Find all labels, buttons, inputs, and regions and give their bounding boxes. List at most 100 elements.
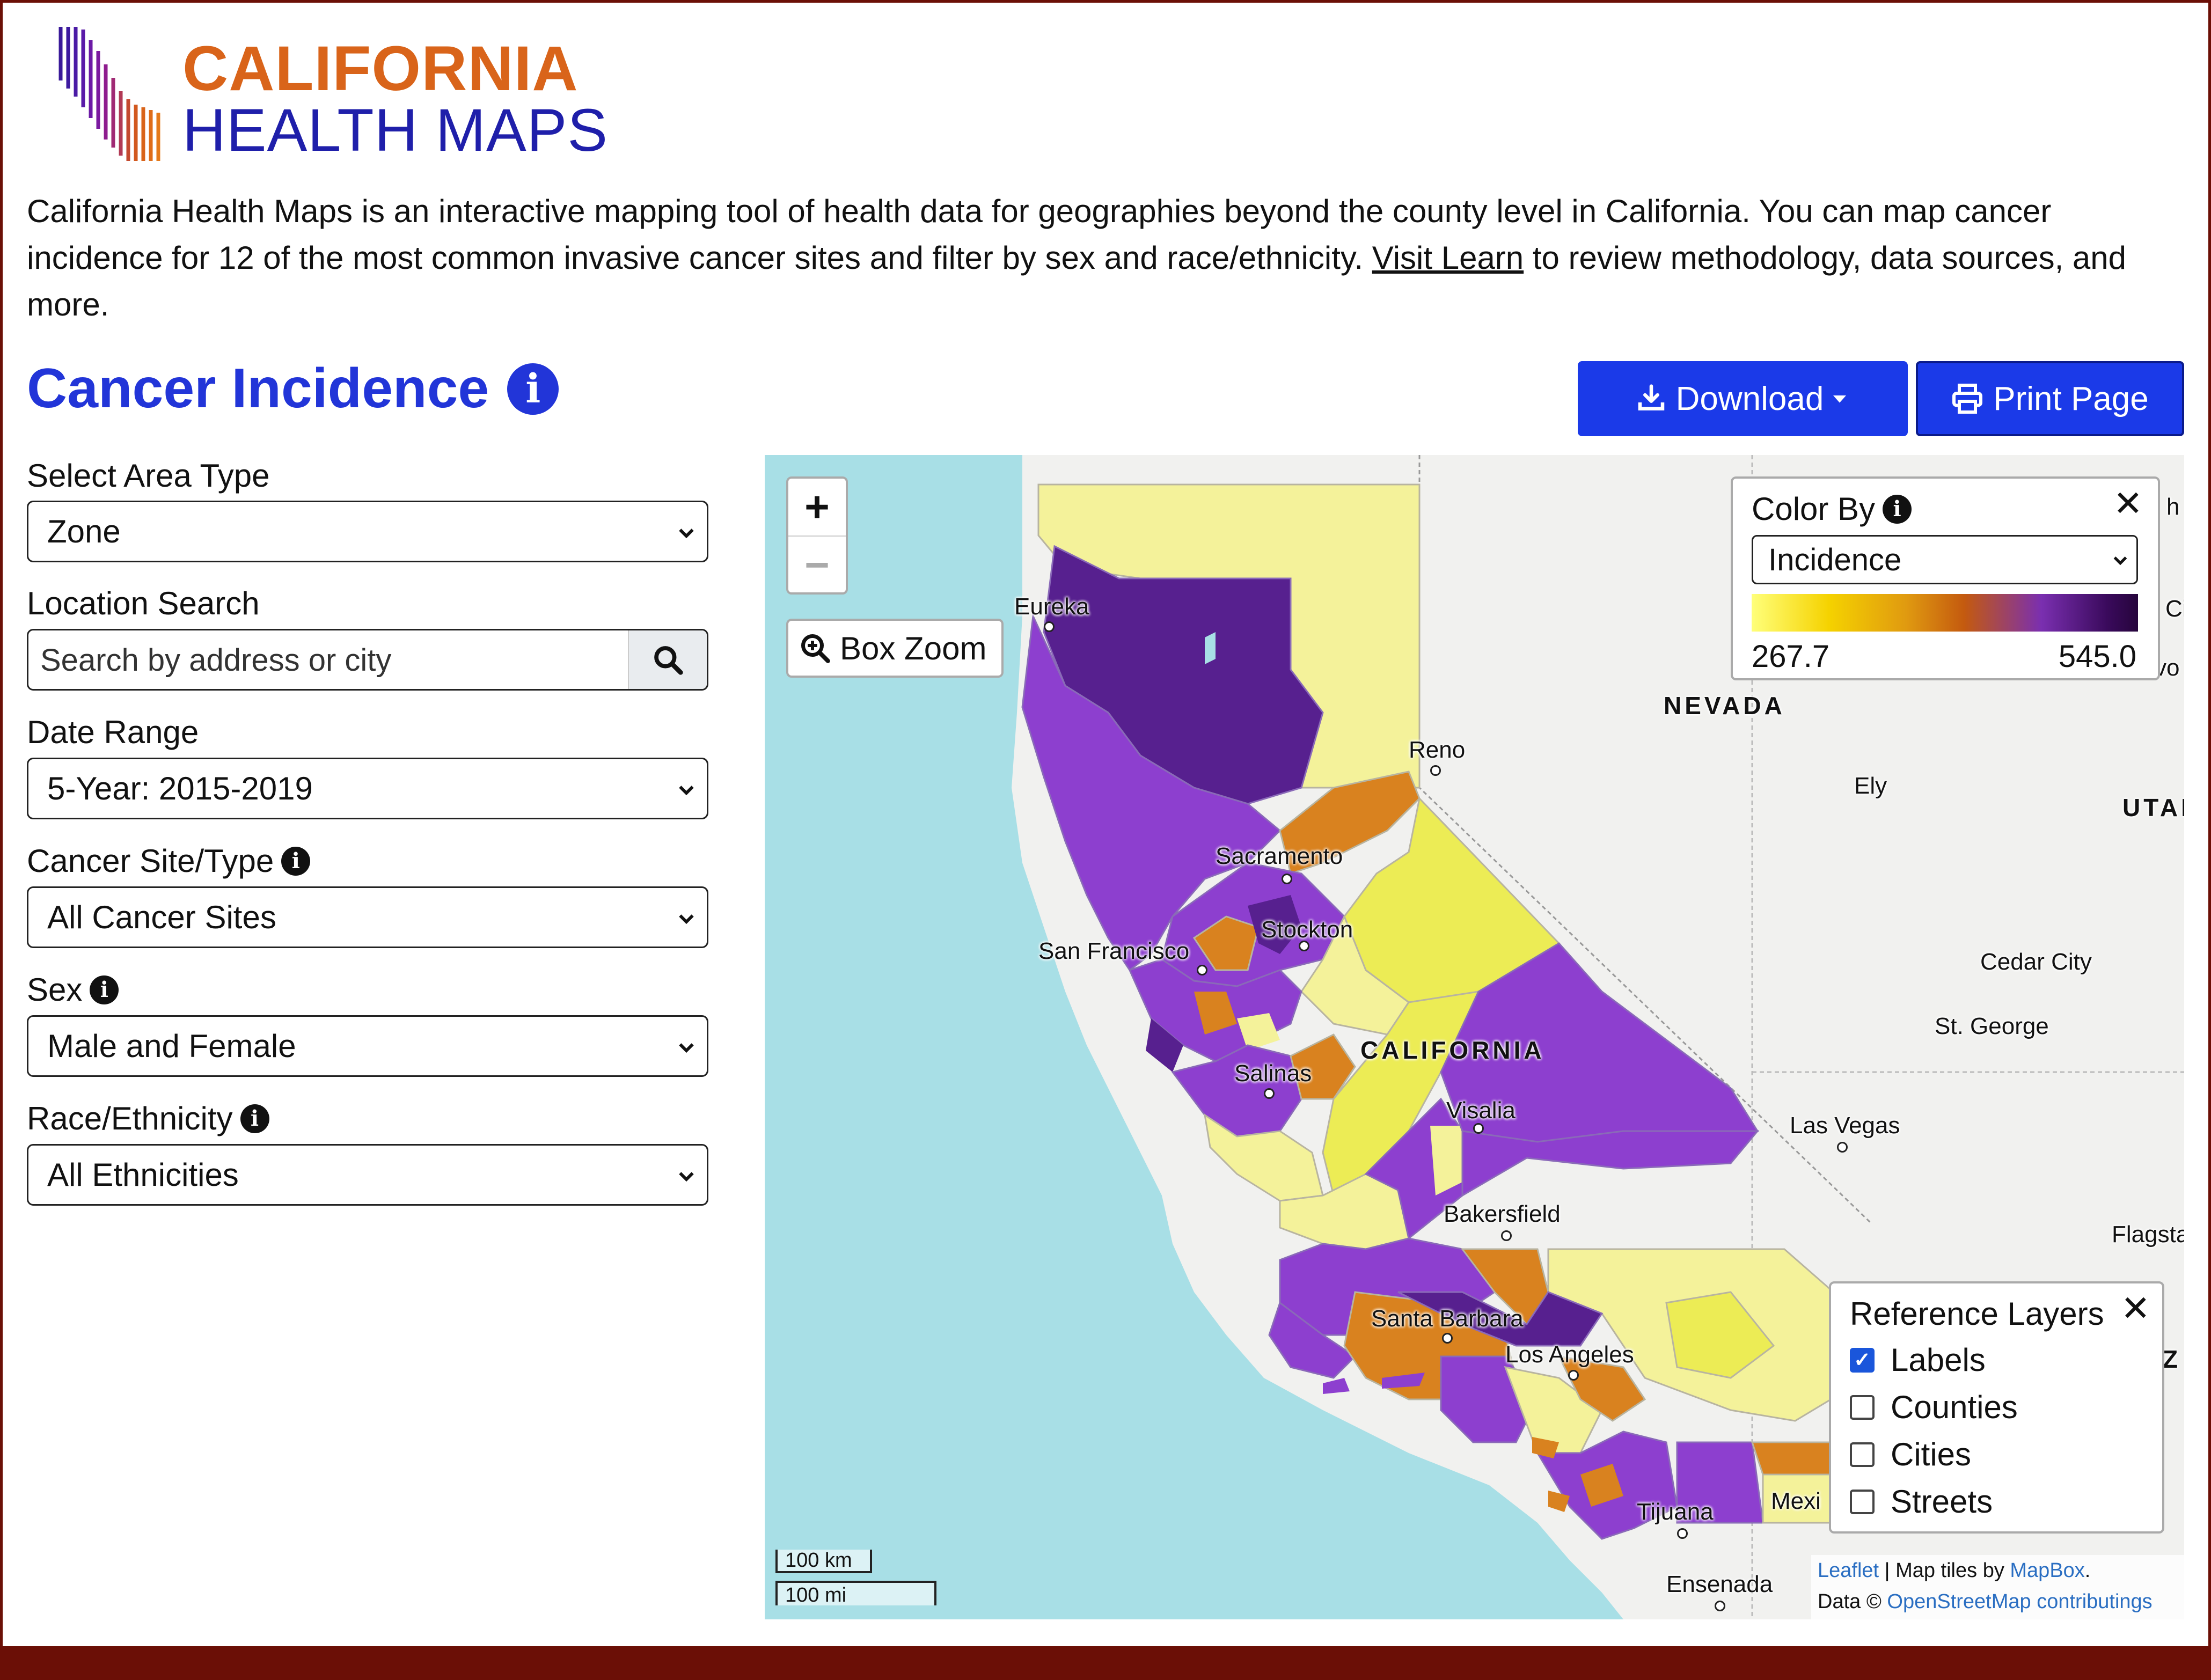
chevron-down-icon [679, 914, 694, 925]
map-label-cedar-city: Cedar City [1980, 949, 2092, 975]
checkbox[interactable] [1850, 1442, 1875, 1467]
checkbox[interactable] [1850, 1489, 1875, 1514]
date-range-label: Date Range [27, 714, 199, 751]
map-label-ensenada: Ensenada [1666, 1571, 1773, 1597]
map-label-bakersfield: Bakersfield [1444, 1201, 1561, 1227]
layer-label: Labels [1891, 1342, 1986, 1378]
attribution-line-1: Leaflet | Map tiles by MapBox. [1818, 1555, 2184, 1586]
map-label-las-vegas: Las Vegas [1790, 1112, 1900, 1139]
logo-title: CALIFORNIA [182, 33, 579, 104]
cancer-site-select[interactable]: All Cancer Sites [27, 886, 708, 948]
info-icon[interactable]: i [1883, 494, 1912, 524]
city-marker [1677, 1528, 1688, 1539]
visit-learn-link[interactable]: Visit Learn [1372, 240, 1524, 276]
search-icon [654, 645, 683, 675]
sex-select[interactable]: Male and Female [27, 1015, 708, 1077]
info-icon[interactable]: i [507, 363, 559, 415]
map-label-reno: Reno [1409, 737, 1466, 763]
reference-layers-title: Reference Layers [1850, 1296, 2104, 1332]
cancer-site-label-text: Cancer Site/Type [27, 843, 274, 879]
layer-counties[interactable]: Counties [1850, 1389, 2018, 1426]
race-value: All Ethnicities [47, 1157, 239, 1193]
color-by-select[interactable]: Incidence [1752, 535, 2138, 584]
download-button[interactable]: Download [1578, 361, 1908, 436]
area-type-value: Zone [47, 513, 121, 549]
race-select[interactable]: All Ethnicities [27, 1144, 708, 1206]
search-button[interactable] [628, 630, 707, 689]
map-label-california: CALIFORNIA [1360, 1036, 1545, 1064]
map[interactable]: Eureka Reno NEVADA Ely UTAI Ci vo h Sacr… [765, 455, 2184, 1619]
city-marker [1282, 874, 1292, 884]
info-icon[interactable]: i [90, 975, 119, 1004]
intro-text: California Health Maps is an interactive… [27, 188, 2147, 328]
leaflet-link[interactable]: Leaflet [1818, 1559, 1879, 1582]
chevron-down-icon [679, 1043, 694, 1053]
layer-labels[interactable]: ✓ Labels [1850, 1341, 1986, 1378]
map-label-ely: Ely [1854, 773, 1887, 799]
map-label-tijuana: Tijuana [1637, 1499, 1714, 1525]
osm-link[interactable]: OpenStreetMap contributings [1887, 1590, 2152, 1613]
map-label-st-george: St. George [1935, 1013, 2049, 1039]
color-by-title-text: Color By [1752, 491, 1876, 527]
print-page-button[interactable]: Print Page [1916, 361, 2184, 436]
logo-subtitle: HEALTH MAPS [182, 97, 609, 164]
location-search-input[interactable] [39, 630, 632, 689]
map-scale: 100 km 100 mi [775, 1550, 936, 1614]
attribution-line-2: Data © OpenStreetMap contributings [1818, 1586, 2184, 1617]
reference-layers-panel: Reference Layers ✕ ✓ Labels Counties Cit… [1829, 1281, 2164, 1534]
map-label-san-francisco: San Francisco [1038, 938, 1190, 964]
attribution-period: . [2084, 1559, 2091, 1582]
date-range-label-text: Date Range [27, 714, 199, 750]
city-marker [1473, 1123, 1484, 1134]
chevron-down-icon [2113, 556, 2127, 566]
close-icon[interactable]: ✕ [2113, 483, 2143, 524]
mapbox-link[interactable]: MapBox [2010, 1559, 2084, 1582]
sex-label: Sex i [27, 971, 119, 1008]
map-label-stockton: Stockton [1261, 916, 1353, 943]
city-marker [1044, 621, 1055, 632]
attribution-sep: | Map tiles by [1879, 1559, 2010, 1582]
cancer-site-value: All Cancer Sites [47, 899, 276, 935]
area-type-label: Select Area Type [27, 457, 270, 494]
print-label: Print Page [1993, 380, 2149, 417]
logo[interactable]: CALIFORNIA HEALTH MAPS [56, 27, 607, 164]
area-type-select[interactable]: Zone [27, 501, 708, 562]
city-marker [1715, 1601, 1725, 1611]
legend-min-value: 267.7 [1752, 639, 1830, 674]
info-icon[interactable]: i [281, 846, 311, 876]
map-label-ci: Ci [2165, 596, 2184, 622]
date-range-select[interactable]: 5-Year: 2015-2019 [27, 758, 708, 819]
area-type-label-text: Select Area Type [27, 458, 270, 494]
info-icon[interactable]: i [240, 1104, 269, 1133]
scale-mi: 100 mi [775, 1581, 936, 1606]
map-label-nevada: NEVADA [1664, 692, 1785, 720]
attribution-data-prefix: Data © [1818, 1590, 1887, 1613]
color-by-panel: Color By i ✕ Incidence 267.7 545.0 [1731, 476, 2160, 680]
map-attribution: Leaflet | Map tiles by MapBox. Data © Op… [1811, 1555, 2184, 1619]
location-search[interactable] [27, 629, 708, 691]
zoom-control: + − [786, 476, 848, 595]
box-zoom-label: Box Zoom [840, 630, 987, 666]
layer-cities[interactable]: Cities [1850, 1436, 1971, 1473]
zoom-out-button[interactable]: − [788, 537, 846, 593]
race-label-text: Race/Ethnicity [27, 1101, 233, 1136]
city-marker [1430, 765, 1441, 776]
layer-label: Cities [1891, 1436, 1972, 1472]
layer-streets[interactable]: Streets [1850, 1483, 1993, 1520]
city-marker [1442, 1333, 1453, 1344]
map-label-santa-barbara: Santa Barbara [1371, 1305, 1524, 1332]
map-label-visalia: Visalia [1446, 1097, 1516, 1124]
layer-label: Counties [1891, 1389, 2018, 1425]
color-by-value: Incidence [1768, 542, 1902, 577]
printer-icon [1952, 384, 1983, 414]
checkbox-checked[interactable]: ✓ [1850, 1347, 1875, 1373]
box-zoom-button[interactable]: Box Zoom [786, 619, 1004, 678]
close-icon[interactable]: ✕ [2121, 1288, 2150, 1329]
region-imperial-orange [1751, 1441, 1839, 1476]
location-label-text: Location Search [27, 585, 260, 621]
checkbox[interactable] [1850, 1395, 1875, 1420]
map-label-z: Z [2163, 1345, 2181, 1373]
map-label-eureka: Eureka [1014, 593, 1089, 620]
zoom-in-button[interactable]: + [788, 479, 846, 537]
city-marker [1568, 1370, 1579, 1381]
